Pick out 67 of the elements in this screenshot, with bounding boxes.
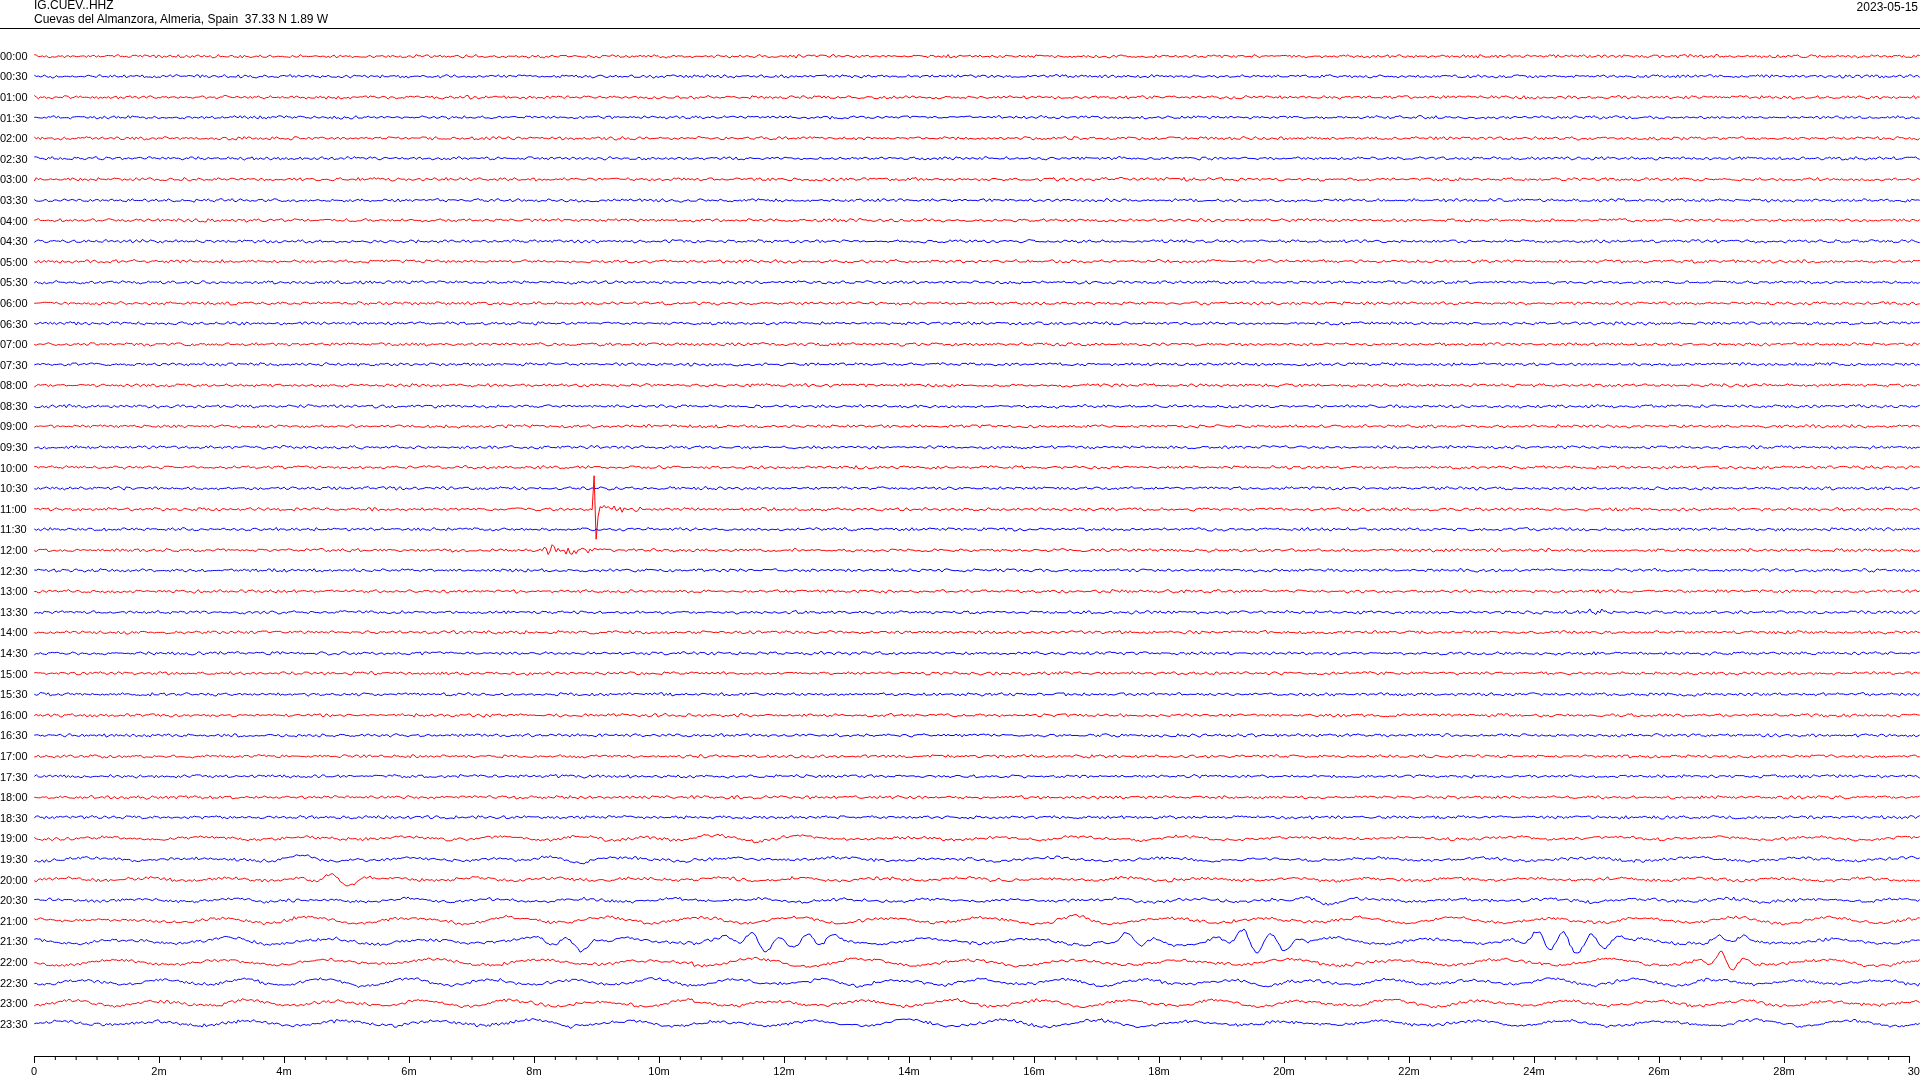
time-label: 09:30	[0, 441, 29, 454]
axis-label: 16m	[1023, 1065, 1045, 1077]
time-label: 23:30	[0, 1017, 29, 1030]
time-label: 02:30	[0, 152, 29, 165]
time-label: 09:00	[0, 420, 29, 433]
time-label: 08:30	[0, 399, 29, 412]
time-label: 16:30	[0, 729, 29, 742]
time-label: 14:30	[0, 647, 29, 659]
time-label: 12:00	[0, 544, 29, 557]
time-label: 00:30	[0, 70, 29, 83]
time-label: 16:00	[0, 708, 29, 721]
station-code: IG.CUEV..HHZ	[34, 0, 114, 12]
axis-label: 30	[1907, 1065, 1920, 1077]
axis-label: 10m	[648, 1065, 670, 1077]
time-label: 04:30	[0, 235, 29, 248]
time-label: 17:00	[0, 750, 29, 762]
time-label: 17:30	[0, 770, 29, 783]
time-label: 00:00	[0, 49, 29, 62]
time-label: 06:30	[0, 317, 29, 330]
time-label: 08:00	[0, 379, 29, 392]
axis-label: 8m	[526, 1065, 542, 1077]
time-label: 18:00	[0, 791, 29, 804]
time-label: 22:30	[0, 976, 29, 989]
axis-label: 14m	[898, 1065, 920, 1077]
time-label: 14:00	[0, 626, 29, 639]
record-date: 2023-05-15	[1856, 0, 1918, 14]
time-label: 23:00	[0, 997, 29, 1010]
axis-label: 12m	[773, 1065, 795, 1077]
time-label: 07:30	[0, 358, 29, 371]
time-label: 07:00	[0, 338, 29, 351]
station-location: Cuevas del Almanzora, Almeria, Spain 37.33 N 1.89 W	[34, 12, 329, 26]
time-label: 21:30	[0, 935, 29, 948]
axis-label: 24m	[1523, 1065, 1545, 1077]
axis-label: 4m	[276, 1065, 292, 1077]
time-label: 19:00	[0, 832, 29, 845]
time-label: 15:00	[0, 667, 29, 680]
axis-label: 28m	[1773, 1065, 1795, 1077]
time-label: 03:00	[0, 173, 29, 186]
time-label: 19:30	[0, 852, 29, 865]
axis-label: 0	[30, 1065, 38, 1077]
time-label: 21:00	[0, 914, 29, 927]
time-label: 05:00	[0, 255, 29, 268]
time-label: 18:30	[0, 811, 29, 824]
axis-label: 18m	[1148, 1065, 1170, 1077]
axis-label: 22m	[1398, 1065, 1420, 1077]
time-label: 10:00	[0, 461, 29, 474]
time-label: 06:00	[0, 296, 29, 309]
time-label: 12:30	[0, 564, 29, 577]
time-label: 01:30	[0, 111, 29, 124]
time-label: 04:00	[0, 214, 29, 227]
axis-label: 6m	[401, 1065, 417, 1077]
time-label: 15:30	[0, 688, 29, 701]
time-label: 20:00	[0, 873, 29, 886]
time-label: 10:30	[0, 482, 29, 495]
time-label: 11:30	[0, 523, 28, 536]
time-label: 13:30	[0, 605, 29, 618]
time-label: 02:00	[0, 132, 29, 145]
time-label: 22:00	[0, 955, 29, 968]
time-label: 01:00	[0, 91, 29, 103]
time-label: 13:00	[0, 585, 29, 598]
axis-label: 26m	[1648, 1065, 1670, 1077]
axis-label: 20m	[1273, 1065, 1295, 1077]
time-label: 11:00	[0, 502, 28, 515]
time-label: 03:30	[0, 193, 29, 206]
time-label: 20:30	[0, 894, 29, 907]
time-label: 05:30	[0, 276, 29, 289]
axis-label: 2m	[151, 1065, 167, 1077]
